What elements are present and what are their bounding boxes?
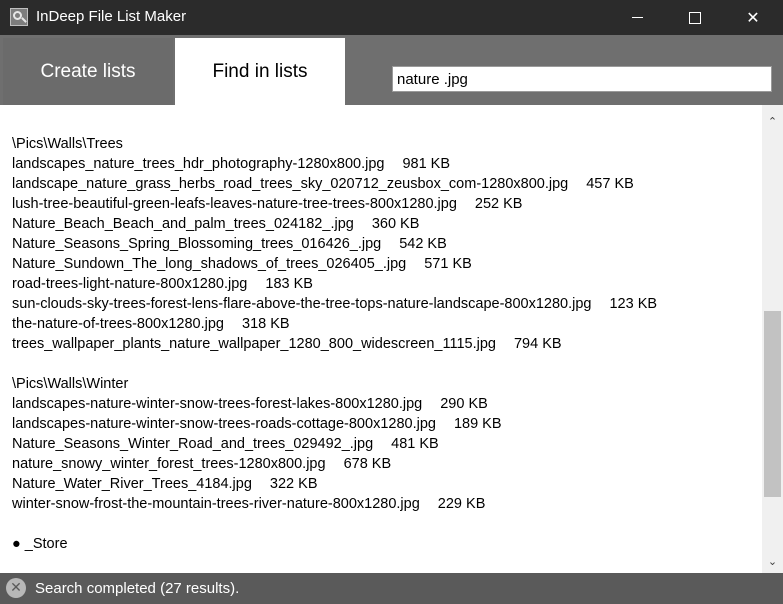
app-magnifier-icon: [10, 8, 28, 26]
tab-create-lists[interactable]: Create lists: [3, 38, 173, 105]
file-size: 183 KB: [265, 276, 313, 292]
file-name: Nature_Seasons_Winter_Road_and_trees_029…: [12, 436, 374, 452]
file-row[interactable]: Nature_Water_River_Trees_4184.jpg 322 KB: [12, 474, 757, 494]
title-bar: InDeep File List Maker ✕: [0, 0, 783, 35]
file-row[interactable]: landscapes-nature-winter-snow-trees-fore…: [12, 394, 757, 414]
tab-find-in-lists[interactable]: Find in lists: [175, 38, 345, 105]
file-size: 318 KB: [242, 316, 290, 332]
tab-strip: Create lists Find in lists: [0, 35, 783, 105]
file-name: Nature_Seasons_Spring_Blossoming_trees_0…: [12, 236, 382, 252]
file-name: landscapes_nature_trees_hdr_photography-…: [12, 156, 385, 172]
file-row[interactable]: Nature_Seasons_Spring_Blossoming_trees_0…: [12, 234, 757, 254]
file-size: 360 KB: [371, 216, 420, 232]
vertical-scrollbar[interactable]: ⌃ ⌄: [762, 105, 783, 573]
file-name: Nature_Sundown_The_long_shadows_of_trees…: [12, 256, 407, 272]
close-button[interactable]: ✕: [724, 0, 782, 35]
file-size: 981 KB: [402, 156, 451, 172]
search-input[interactable]: [392, 66, 772, 92]
folder-path: \Pics\Walls\Winter: [12, 376, 129, 392]
file-row[interactable]: Nature_Beach_Beach_and_palm_trees_024182…: [12, 214, 757, 234]
scroll-thumb[interactable]: [764, 311, 781, 497]
file-row[interactable]: Nature_Sundown_The_long_shadows_of_trees…: [12, 254, 757, 274]
file-size: 290 KB: [440, 396, 488, 412]
file-name: lush-tree-beautiful-green-leafs-leaves-n…: [12, 196, 457, 212]
folder-path: \Pics\Walls\Trees: [12, 136, 123, 152]
file-name: the-nature-of-trees-800x1280.jpg: [12, 316, 224, 332]
status-text: Search completed (27 results).: [35, 580, 240, 597]
window-title: InDeep File List Maker: [36, 8, 187, 25]
file-row[interactable]: landscapes-nature-winter-snow-trees-road…: [12, 414, 757, 434]
maximize-button[interactable]: [666, 0, 724, 35]
file-size: 457 KB: [586, 176, 634, 192]
file-row[interactable]: nature_snowy_winter_forest_trees-1280x80…: [12, 454, 757, 474]
file-name: landscape_nature_grass_herbs_road_trees_…: [12, 176, 569, 192]
results-pane[interactable]: \Pics\Walls\Trees landscapes_nature_trees…: [0, 105, 762, 573]
file-size: 542 KB: [399, 236, 447, 252]
file-size: 123 KB: [609, 296, 658, 312]
file-row[interactable]: landscapes_nature_trees_hdr_photography-…: [12, 154, 757, 174]
file-name: Nature_Water_River_Trees_4184.jpg: [12, 476, 252, 492]
file-row[interactable]: the-nature-of-trees-800x1280.jpg 318 KB: [12, 314, 757, 334]
file-size: 481 KB: [391, 436, 439, 452]
file-row[interactable]: road-trees-light-nature-800x1280.jpg 183 …: [12, 274, 757, 294]
file-size: 252 KB: [474, 196, 523, 212]
file-row[interactable]: trees_wallpaper_plants_nature_wallpaper_…: [12, 334, 757, 354]
file-name: road-trees-light-nature-800x1280.jpg: [12, 276, 248, 292]
file-row[interactable]: sun-clouds-sky-trees-forest-lens-flare-a…: [12, 294, 757, 314]
file-row[interactable]: lush-tree-beautiful-green-leafs-leaves-n…: [12, 194, 757, 214]
close-circle-icon[interactable]: ✕: [6, 578, 26, 598]
file-name: trees_wallpaper_plants_nature_wallpaper_…: [12, 336, 496, 352]
file-size: 189 KB: [453, 416, 502, 432]
file-name: sun-clouds-sky-trees-forest-lens-flare-a…: [12, 296, 592, 312]
scroll-down-arrow-icon[interactable]: ⌄: [762, 551, 783, 571]
file-row[interactable]: Nature_Seasons_Winter_Road_and_trees_029…: [12, 434, 757, 454]
status-bar: ✕ Search completed (27 results).: [0, 573, 783, 604]
list-header: ● _Store: [12, 536, 68, 552]
file-size: 678 KB: [343, 456, 392, 472]
file-size: 322 KB: [269, 476, 318, 492]
file-name: landscapes-nature-winter-snow-trees-road…: [12, 416, 436, 432]
file-row[interactable]: winter-snow-frost-the-mountain-trees-riv…: [12, 494, 757, 514]
file-name: landscapes-nature-winter-snow-trees-fore…: [12, 396, 423, 412]
file-name: Nature_Beach_Beach_and_palm_trees_024182…: [12, 216, 354, 232]
file-name: winter-snow-frost-the-mountain-trees-riv…: [12, 496, 420, 512]
maximize-icon: [689, 11, 701, 24]
file-row[interactable]: landscape_nature_grass_herbs_road_trees_…: [12, 174, 757, 194]
minimize-icon: [631, 17, 643, 18]
file-size: 229 KB: [437, 496, 486, 512]
file-size: 571 KB: [424, 256, 472, 272]
close-icon: ✕: [746, 8, 760, 27]
scroll-up-arrow-icon[interactable]: ⌃: [762, 111, 783, 131]
minimize-button[interactable]: [608, 0, 666, 35]
results-list: \Pics\Walls\Trees landscapes_nature_trees…: [12, 134, 757, 554]
file-size: 794 KB: [513, 336, 562, 352]
file-name: nature_snowy_winter_forest_trees-1280x80…: [12, 456, 326, 472]
